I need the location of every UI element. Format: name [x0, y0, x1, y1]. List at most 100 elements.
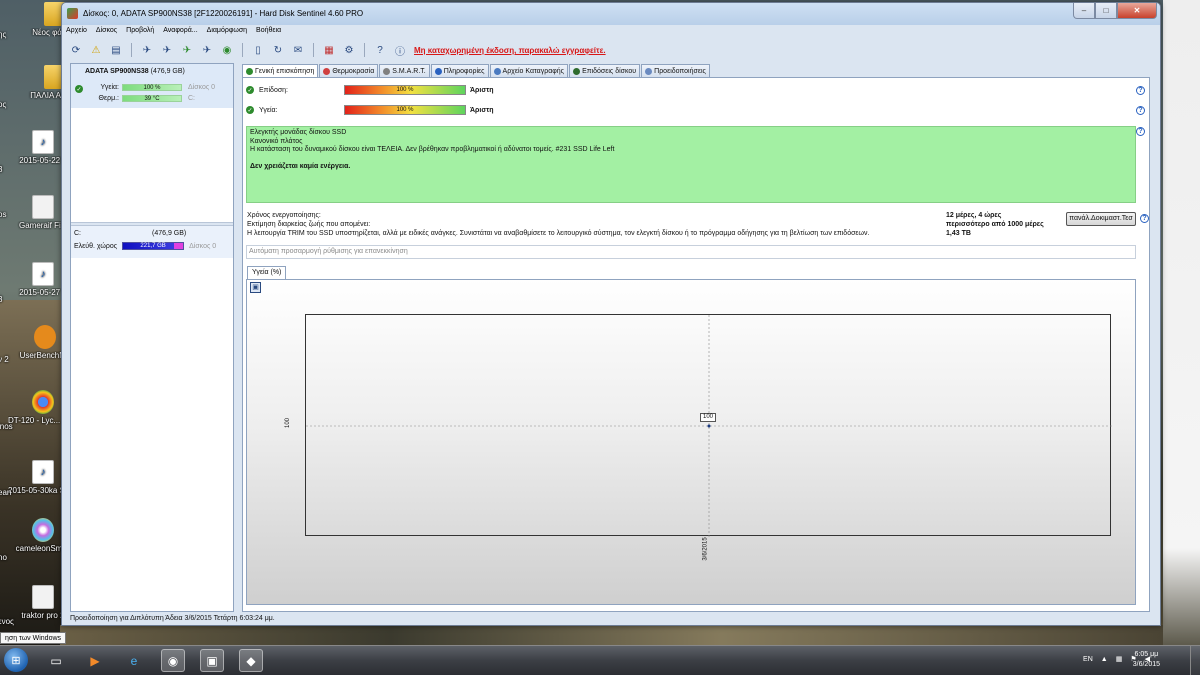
clock-date: 3/6/2015 — [1132, 661, 1160, 668]
disc-icon — [32, 518, 54, 542]
menu-item[interactable]: Βοήθεια — [256, 27, 281, 39]
start-button[interactable]: ⊞ — [4, 648, 28, 672]
info-icon[interactable]: ⓘ — [392, 42, 408, 58]
status-action: Δεν χρειάζεται καμία ενέργεια. — [250, 162, 351, 170]
help-icon[interactable]: ? — [372, 42, 388, 58]
ie-icon[interactable]: e — [122, 649, 146, 672]
save-icon[interactable]: ▣ — [250, 282, 261, 293]
tab-label: Προειδοποιήσεις — [654, 67, 706, 75]
toolbar-separator — [131, 43, 132, 57]
tab-label: Θερμοκρασία — [332, 67, 375, 75]
refresh-report-icon[interactable]: ↻ — [270, 42, 286, 58]
satellite-off-icon[interactable]: ✈ — [199, 42, 215, 58]
disk-index: Δίσκος 0 — [188, 84, 216, 91]
network-icon[interactable]: ▦ — [1116, 655, 1123, 663]
desktop-icon-label-partial[interactable]: ean — [0, 488, 16, 497]
registration-link[interactable]: Μη καταχωρημένη έκδοση, παρακαλώ εγγραφε… — [414, 46, 606, 55]
retest-button[interactable]: πανάλ.Δοκιμαστ.Τεσ — [1066, 212, 1136, 226]
menu-item[interactable]: Διαμόρφωση — [207, 27, 247, 39]
explorer-icon[interactable]: ▭ — [44, 649, 68, 672]
auto-setting-field[interactable]: Αυτόματη προσαρμογή ρύθμισης για επανεκκ… — [246, 245, 1136, 259]
maximize-button[interactable]: □ — [1095, 3, 1117, 19]
report-send-icon[interactable]: ✉ — [290, 42, 306, 58]
close-button[interactable]: ✕ — [1117, 3, 1157, 19]
volume-disk-index: Δίσκος 0 — [189, 242, 217, 250]
help-icon[interactable]: ? — [1136, 106, 1145, 115]
show-desktop-button[interactable] — [1190, 646, 1200, 675]
disk-card[interactable]: ADATA SP900NS38 (476,9 GB) ✓ Υγεία: 100 … — [71, 64, 233, 108]
desktop-icon-label-partial[interactable]: ενος — [0, 617, 16, 626]
hd-sentinel-icon[interactable]: ◆ — [239, 649, 263, 672]
tab-label: Πληροφορίες — [443, 67, 485, 75]
status-ok-icon: ✓ — [75, 85, 83, 93]
desktop-icon-label-partial[interactable]: inos — [0, 422, 16, 431]
globe-icon[interactable]: ◉ — [219, 42, 235, 58]
tray-arrow-icon[interactable]: ▲ — [1101, 656, 1108, 663]
menu-item[interactable]: Δίσκος — [96, 27, 117, 39]
menu-item[interactable]: Αναφορά... — [163, 27, 197, 39]
refresh-icon[interactable]: ⟳ — [68, 42, 84, 58]
toolbar-separator — [313, 43, 314, 57]
volume-header: C: (476,9 GB) — [74, 230, 229, 237]
desktop-icon-label-partial[interactable]: no — [0, 553, 16, 562]
desktop-icon-label-partial[interactable]: 3 — [0, 295, 16, 304]
tab-alerts[interactable]: Προειδοποιήσεις — [641, 64, 710, 77]
satellite-send-icon[interactable]: ✈ — [159, 42, 175, 58]
desktop-icon-label-partial[interactable]: ν 2 — [0, 355, 16, 364]
wav-file-icon: ♪ — [32, 460, 54, 484]
language-indicator[interactable]: EN — [1083, 656, 1093, 663]
tab-check[interactable]: Γενική επισκόπηση — [242, 64, 319, 78]
help-icon[interactable]: ? — [1136, 127, 1145, 136]
performance-icon — [573, 67, 581, 75]
check-icon — [246, 68, 253, 75]
tab-bar: Γενική επισκόπηση Θερμοκρασία S.M.A.R.T. Πλ… — [242, 64, 711, 78]
tab-performance[interactable]: Επιδόσεις δίσκου — [569, 64, 641, 77]
performance-rating: Άριστη — [470, 86, 494, 94]
disk-info-icon[interactable]: ▤ — [108, 42, 124, 58]
overview-panel: ✓ Επίδοση: 100 % Άριστη ? ✓ Υγεία: 100 %… — [242, 77, 1150, 612]
desktop-icon-label-partial[interactable]: ης — [0, 30, 16, 39]
title-bar[interactable]: Δίσκος: 0, ADATA SP900NS38 [2F1220026191… — [62, 3, 1160, 25]
document-icon[interactable]: ▯ — [250, 42, 266, 58]
power-on-value: 12 μέρες, 4 ώρες — [946, 212, 1002, 219]
menu-bar: Αρχείο Δίσκος Προβολή Αναφορά... Διαμόρφωση Β… — [66, 27, 281, 39]
tab-health-graph[interactable]: Υγεία (%) — [247, 266, 287, 279]
warning-icon[interactable]: ⚠ — [88, 42, 104, 58]
media-player-icon[interactable]: ▶ — [83, 649, 107, 672]
status-line: Η κατάσταση του δυναμικού δίσκου είναι Τ… — [250, 146, 615, 153]
satellite-icon[interactable]: ✈ — [139, 42, 155, 58]
health-rating: Άριστη — [470, 106, 494, 114]
minimize-button[interactable]: – — [1073, 3, 1095, 19]
chrome-icon — [32, 390, 54, 414]
remote-desktop-icon[interactable]: ▣ — [200, 649, 224, 672]
tab-thermometer[interactable]: Θερμοκρασία — [319, 64, 379, 77]
menu-item[interactable]: Προβολή — [126, 27, 154, 39]
desktop-icon-label-partial[interactable]: ος — [0, 100, 16, 109]
temperature-bar: 39 °C — [122, 95, 182, 102]
desktop-icon-label-partial[interactable]: 3 — [0, 165, 16, 174]
desktop-icon-label-partial[interactable]: os — [0, 210, 16, 219]
performance-ok-icon: ✓ — [246, 86, 254, 94]
menu-item[interactable]: Αρχείο — [66, 27, 87, 39]
clock[interactable]: 6:05 μμ 3/6/2015 — [1133, 650, 1160, 670]
tab-smart[interactable]: S.M.A.R.T. — [379, 64, 430, 77]
help-icon[interactable]: ? — [1136, 86, 1145, 95]
volume-card[interactable]: C: (476,9 GB) Ελεύθ. χώρος 221,7 GB Δίσκ… — [71, 226, 233, 258]
health-ok-icon: ✓ — [246, 106, 254, 114]
x-tick-label: 3/6/2015 — [702, 537, 709, 561]
desktop-wallpaper-strip — [60, 625, 1163, 645]
taskbar: ⊞ ▭ ▶ e ◉ ▣ ◆ EN ▲ ▦ ⚑ ◀ 6:05 μμ 3/6/201… — [0, 645, 1200, 675]
performance-row: ✓ Επίδοση: 100 % Άριστη — [246, 85, 494, 95]
health-bar: 100 % — [344, 105, 466, 115]
chrome-icon[interactable]: ◉ — [161, 649, 185, 672]
written-value: 1,43 TB — [946, 230, 971, 237]
help-icon[interactable]: ? — [1140, 214, 1149, 223]
tab-log[interactable]: Αρχείο Καταγραφής — [489, 64, 569, 77]
free-space-label: Ελεύθ. χώρος — [74, 242, 118, 250]
volume-size: (476,9 GB) — [152, 230, 187, 237]
power-on-label: Χρόνος ενεργοποίησης: — [247, 212, 321, 219]
tab-info[interactable]: Πληροφορίες — [430, 64, 489, 77]
satellite-receive-icon[interactable]: ✈ — [179, 42, 195, 58]
settings-report-icon[interactable]: ▦ — [321, 42, 337, 58]
disk-settings-icon[interactable]: ⚙ — [341, 42, 357, 58]
